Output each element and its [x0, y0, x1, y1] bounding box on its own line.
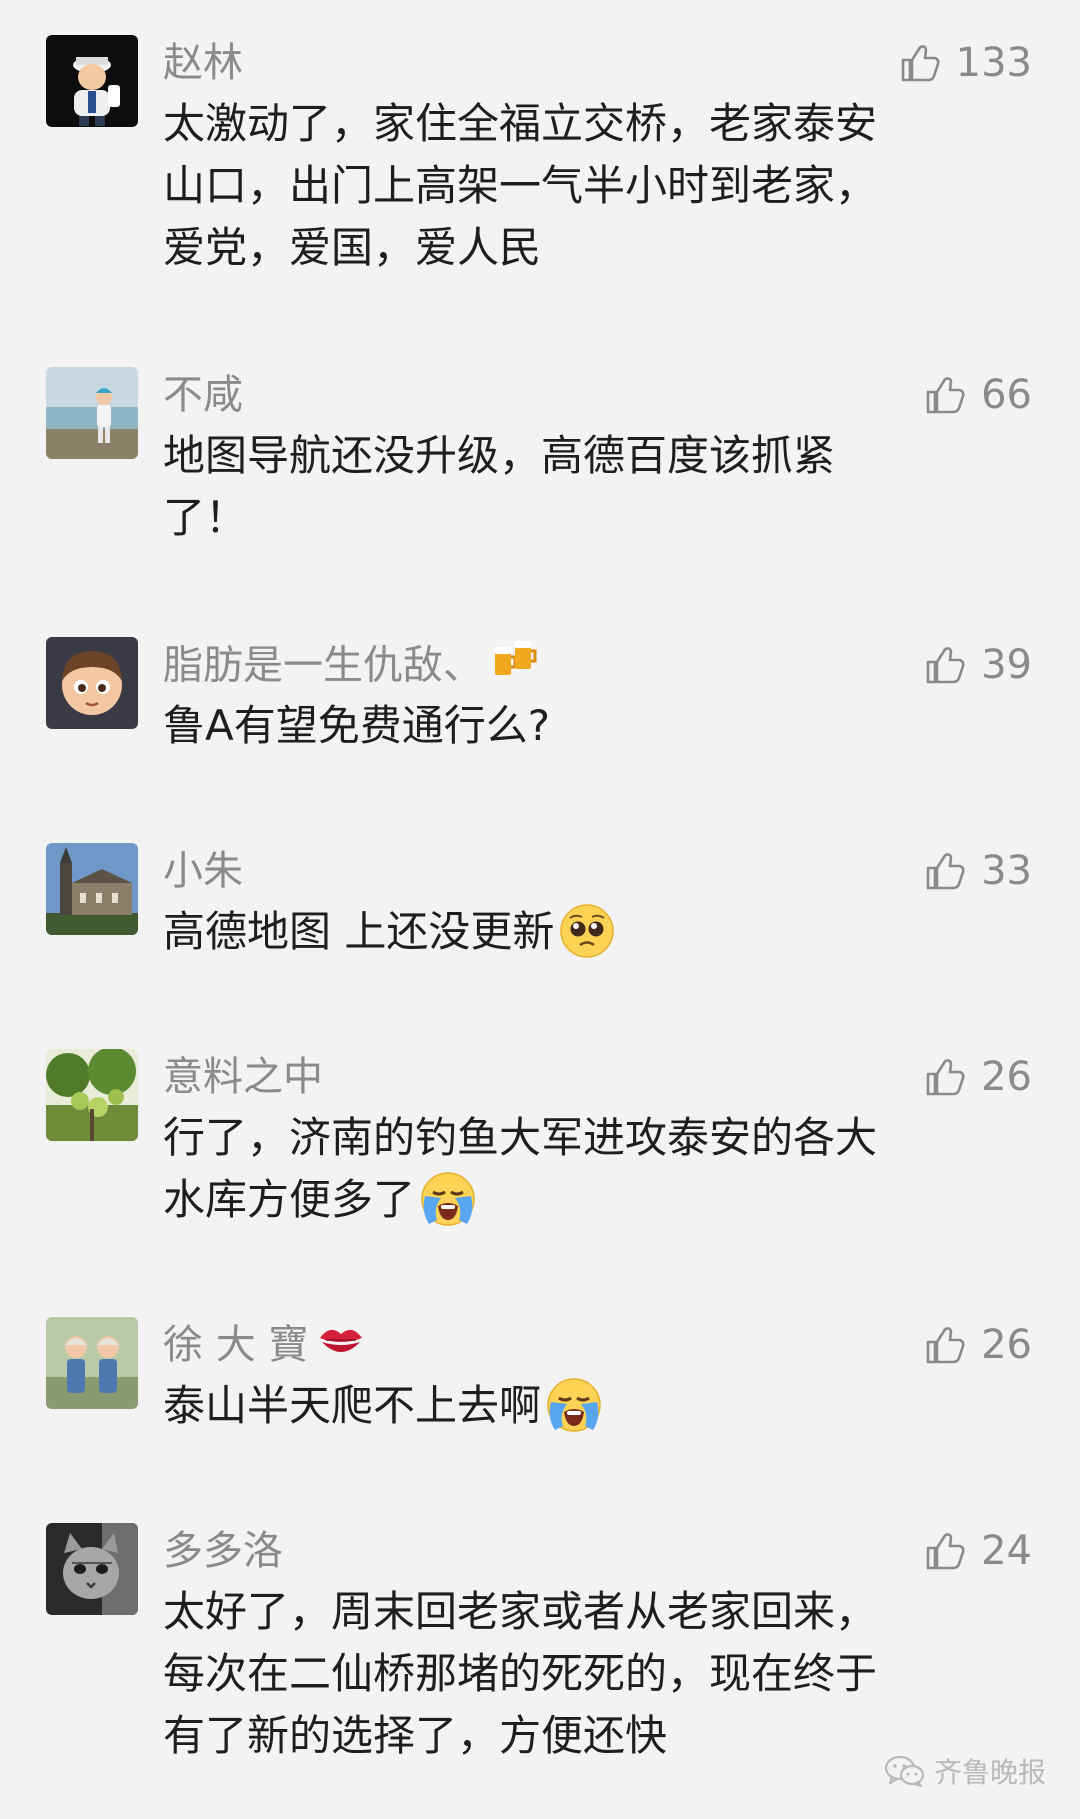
publisher-watermark: 齐鲁晚报 [884, 1751, 1046, 1791]
thumbs-up-icon [923, 1529, 967, 1573]
thumbs-up-icon [923, 373, 967, 417]
user-avatar[interactable] [46, 367, 138, 459]
beer-mugs-emoji-icon [491, 637, 537, 698]
comment-text-line: 行了，济南的钓鱼大军进攻泰安的各大 [163, 1113, 878, 1162]
user-avatar[interactable] [46, 1049, 138, 1141]
thumbs-up-icon [923, 849, 967, 893]
comment-text: 鲁A有望免费通行么? [163, 695, 1003, 757]
user-avatar[interactable] [46, 1523, 138, 1615]
like-button[interactable]: 24 [923, 1523, 1032, 1579]
green-fruit-tree-avatar-icon [46, 1049, 138, 1141]
thumbs-up-icon [923, 643, 967, 687]
watermark-text: 齐鲁晚报 [933, 1756, 1046, 1789]
comment-text-line: 爱党，爱国，爱人民 [163, 223, 542, 272]
like-button[interactable]: 26 [923, 1317, 1032, 1373]
username[interactable]: 不咸 [163, 367, 243, 423]
comment-text-line: 太好了，周末回老家或者从老家回来， [163, 1587, 878, 1636]
username[interactable]: 赵林 [163, 35, 243, 91]
username[interactable]: 多多洛 [163, 1523, 283, 1579]
thumbs-up-icon [923, 1323, 967, 1367]
username[interactable]: 意料之中 [163, 1049, 323, 1105]
username-text: 徐 大 寶 [163, 1322, 309, 1368]
comment-text-line: 每次在二仙桥那堵的死死的，现在终于 [163, 1649, 878, 1698]
bw-cat-avatar-icon [46, 1523, 138, 1615]
kiss-mark-emoji-icon [316, 1319, 366, 1375]
username[interactable]: 徐 大 寶 [163, 1317, 366, 1373]
like-button[interactable]: 26 [923, 1049, 1032, 1105]
comment-text-line: 泰山半天爬不上去啊 [163, 1375, 1003, 1438]
child-by-lake-avatar-icon [46, 367, 138, 459]
thumbs-up-icon [923, 1055, 967, 1099]
thumbs-up-icon [898, 41, 942, 85]
comment-text-line: 太激动了，家住全福立交桥，老家泰安 [163, 99, 878, 148]
like-button[interactable]: 33 [923, 843, 1032, 899]
comment-list: 赵林 133 太激动了，家住全福立交桥，老家泰安 山口，出门上高架一气半小时到老… [0, 0, 1080, 1819]
user-avatar[interactable] [46, 637, 138, 729]
loudly-crying-face-emoji-icon [419, 1170, 477, 1228]
comment-text: 高德地图 上还没更新 [163, 901, 1003, 964]
username-text: 脂肪是一生仇敌、 [163, 642, 483, 689]
loudly-crying-face-emoji-icon [545, 1376, 603, 1434]
wechat-icon [884, 1754, 926, 1788]
like-button[interactable]: 39 [923, 637, 1032, 693]
two-children-avatar-icon [46, 1317, 138, 1409]
comment-text: 太好了，周末回老家或者从老家回来， 每次在二仙桥那堵的死死的，现在终于 有了新的… [163, 1581, 1003, 1767]
comment-text: 行了，济南的钓鱼大军进攻泰安的各大 水库方便多了 [163, 1107, 1003, 1232]
pleading-face-emoji-icon [558, 902, 616, 960]
comment-text-segment: 高德地图 上还没更新 [163, 907, 555, 956]
comment-text: 地图导航还没升级，高德百度该抓紧 了！ [163, 425, 1003, 549]
username[interactable]: 脂肪是一生仇敌、 [163, 637, 537, 693]
comment-text-line: 有了新的选择了，方便还快 [163, 1711, 668, 1760]
like-count: 39 [981, 642, 1032, 688]
like-button[interactable]: 133 [898, 35, 1032, 91]
church-building-avatar-icon [46, 843, 138, 935]
comment-text-segment: 泰山半天爬不上去啊 [163, 1381, 542, 1430]
comment-text-line: 鲁A有望免费通行么? [163, 701, 551, 750]
like-count: 26 [981, 1054, 1032, 1100]
comment-text-line: 地图导航还没升级，高德百度该抓紧 [163, 431, 836, 480]
user-avatar[interactable] [46, 843, 138, 935]
cartoon-boy-avatar-icon [46, 637, 138, 729]
like-button[interactable]: 66 [923, 367, 1032, 423]
like-count: 24 [981, 1528, 1032, 1574]
comment-text-line: 山口，出门上高架一气半小时到老家， [163, 161, 878, 210]
like-count: 33 [981, 848, 1032, 894]
like-count: 133 [955, 40, 1032, 86]
username[interactable]: 小朱 [163, 843, 243, 899]
user-avatar[interactable] [46, 1317, 138, 1409]
comment-text-line: 了！ [163, 493, 248, 542]
comment-text: 太激动了，家住全福立交桥，老家泰安 山口，出门上高架一气半小时到老家， 爱党，爱… [163, 93, 1003, 279]
comment-text-line: 高德地图 上还没更新 [163, 901, 1003, 964]
cartoon-sailor-avatar-icon [46, 35, 138, 127]
comment-text: 泰山半天爬不上去啊 [163, 1375, 1003, 1438]
like-count: 26 [981, 1322, 1032, 1368]
comment-text-line: 水库方便多了 [163, 1169, 1003, 1232]
comment-text-segment: 水库方便多了 [163, 1175, 416, 1224]
like-count: 66 [981, 372, 1032, 418]
user-avatar[interactable] [46, 35, 138, 127]
